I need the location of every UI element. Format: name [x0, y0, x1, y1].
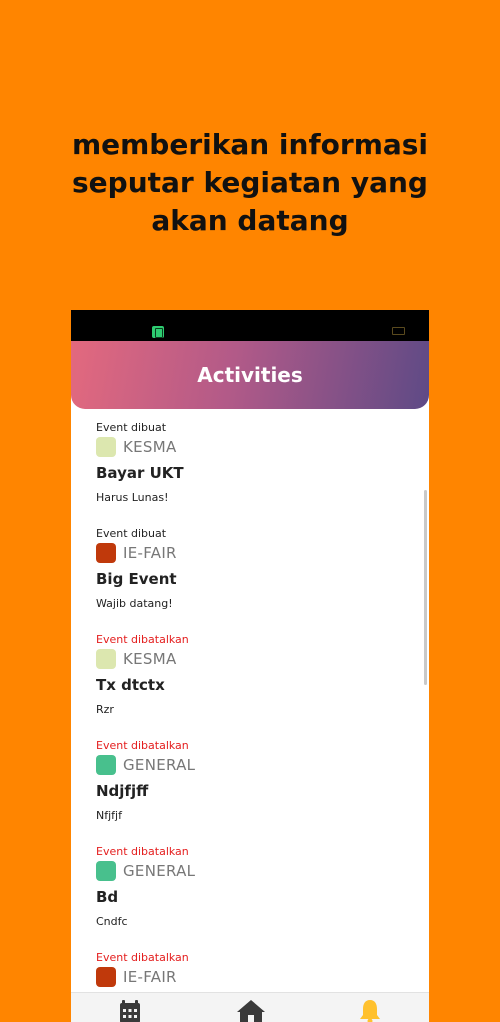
- activity-list[interactable]: Event dibuat KESMA Bayar UKT Harus Lunas…: [71, 409, 429, 992]
- category-color-swatch: [96, 861, 116, 881]
- list-item[interactable]: Event dibatalkan KESMA Tx dtctx Rzr: [96, 621, 409, 727]
- headline-line-2: seputar kegiatan yang: [72, 166, 428, 199]
- page-title: Activities: [197, 363, 303, 387]
- list-item[interactable]: Event dibuat IE-FAIR Big Event Wajib dat…: [96, 515, 409, 621]
- event-status: Event dibatalkan: [96, 951, 189, 964]
- category-color-swatch: [96, 437, 116, 457]
- event-description: Wajib datang!: [96, 597, 173, 610]
- event-description: Harus Lunas!: [96, 491, 169, 504]
- event-description: Nfjfjf: [96, 809, 122, 822]
- event-title: Bd: [96, 888, 119, 906]
- event-status: Event dibuat: [96, 527, 167, 540]
- event-status: Event dibatalkan: [96, 633, 189, 646]
- event-category: KESMA: [96, 649, 177, 669]
- event-status: Event dibatalkan: [96, 739, 189, 752]
- event-description: Cndfc: [96, 915, 128, 928]
- bell-icon: [360, 1000, 380, 1022]
- headline: memberikan informasi seputar kegiatan ya…: [0, 126, 500, 240]
- category-color-swatch: [96, 649, 116, 669]
- nav-calendar-button[interactable]: [118, 999, 142, 1022]
- list-item[interactable]: Event dibatalkan GENERAL Bd Cndfc: [96, 833, 409, 939]
- event-category: KESMA: [96, 437, 177, 457]
- event-title: Tx dtctx: [96, 676, 165, 694]
- event-title: Bayar UKT: [96, 464, 184, 482]
- home-icon: [237, 1000, 265, 1022]
- event-status: Event dibuat: [96, 421, 167, 434]
- category-color-swatch: [96, 755, 116, 775]
- scrollbar[interactable]: [424, 490, 427, 685]
- list-item[interactable]: Event dibatalkan GENERAL Ndjfjff Nfjfjf: [96, 727, 409, 833]
- category-color-swatch: [96, 967, 116, 987]
- event-category: IE-FAIR: [96, 543, 177, 563]
- category-label: IE-FAIR: [123, 968, 177, 986]
- phone-screen: Activities Event dibuat KESMA Bayar UKT …: [71, 310, 429, 1022]
- event-title: Ndjfjff: [96, 782, 149, 800]
- list-item[interactable]: Event dibuat KESMA Bayar UKT Harus Lunas…: [96, 409, 409, 515]
- category-label: KESMA: [123, 438, 177, 456]
- event-description: Rzr: [96, 703, 114, 716]
- list-item[interactable]: Event dibatalkan IE-FAIR: [96, 939, 409, 992]
- event-status: Event dibatalkan: [96, 845, 189, 858]
- nav-notifications-button[interactable]: [359, 999, 383, 1022]
- category-label: GENERAL: [123, 756, 196, 774]
- event-category: GENERAL: [96, 755, 195, 775]
- category-color-swatch: [96, 543, 116, 563]
- battery-icon: [392, 327, 405, 335]
- category-label: KESMA: [123, 650, 177, 668]
- headline-line-3: akan datang: [151, 204, 349, 237]
- status-bar: [71, 310, 429, 341]
- app-bar: Activities: [71, 341, 429, 409]
- headline-line-1: memberikan informasi: [71, 128, 429, 161]
- nav-home-button[interactable]: [236, 999, 266, 1022]
- category-label: GENERAL: [123, 862, 196, 880]
- calendar-icon: [120, 1000, 140, 1022]
- event-category: IE-FAIR: [96, 967, 177, 987]
- event-title: Big Event: [96, 570, 177, 588]
- event-category: GENERAL: [96, 861, 195, 881]
- category-label: IE-FAIR: [123, 544, 177, 562]
- notification-icon: [152, 326, 164, 338]
- bottom-navigation: [71, 992, 429, 1022]
